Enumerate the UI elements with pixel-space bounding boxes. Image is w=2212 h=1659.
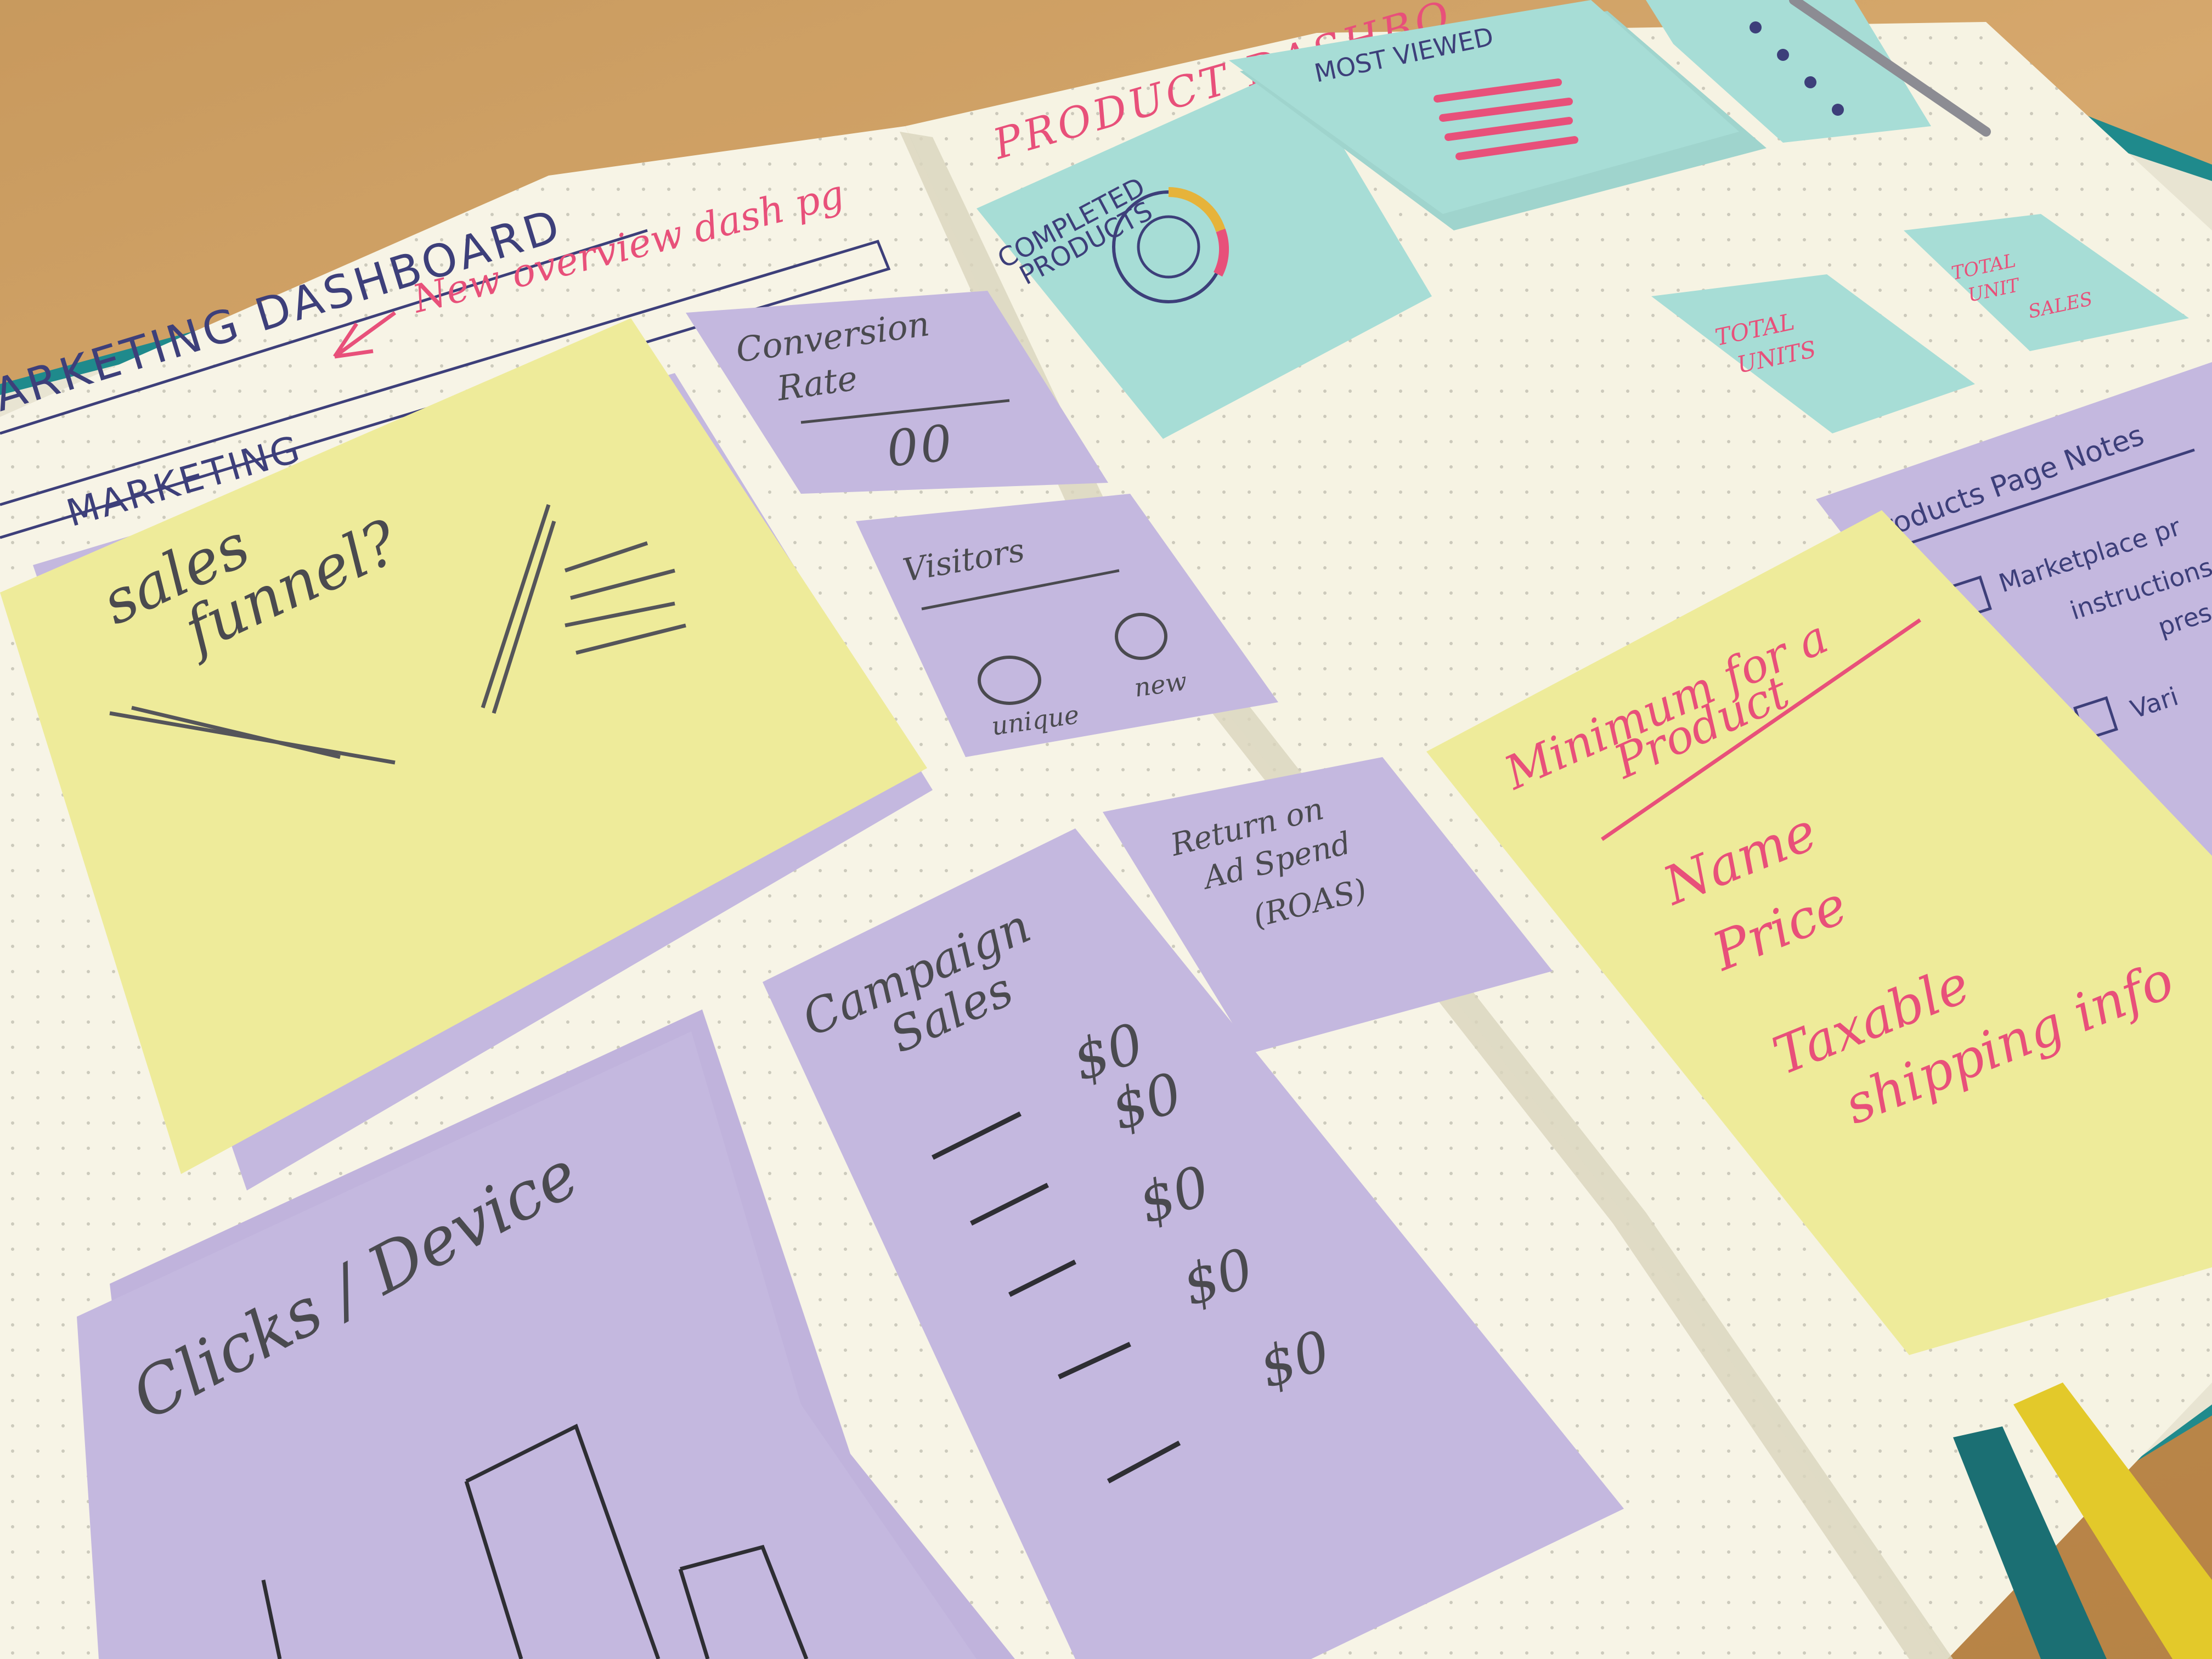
conversion-rate-value: 00 xyxy=(884,414,957,478)
notebook-scene: ARKETING DASHBOARD New overview dash pg … xyxy=(0,0,2212,1659)
